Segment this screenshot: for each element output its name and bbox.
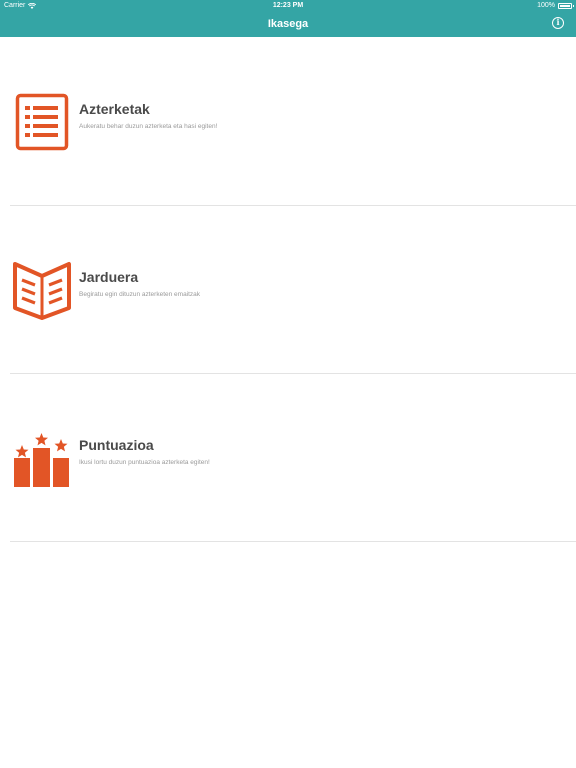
menu-item-azterketak[interactable]: Azterketak Aukeratu behar duzun azterket… (10, 37, 576, 206)
battery-percent: 100% (537, 2, 555, 9)
battery-indicator: 100% (537, 0, 574, 12)
menu-item-title: Jarduera (79, 269, 139, 285)
menu-item-puntuazioa[interactable]: Puntuazioa Ikusi lortu duzun puntuazioa … (10, 373, 576, 542)
menu-item-jarduera[interactable]: Jarduera Begiratu egin dituzun azterkete… (10, 205, 576, 374)
podium-stars-icon (14, 433, 69, 487)
menu-item-title: Puntuazioa (79, 437, 154, 453)
page-title: Ikasega (267, 18, 309, 30)
battery-icon (558, 3, 574, 9)
open-book-icon (13, 262, 71, 320)
menu-item-title: Azterketak (79, 101, 150, 117)
info-icon[interactable]: i (552, 17, 564, 29)
menu-item-subtitle: Begiratu egin dituzun azterketen emaitza… (79, 291, 201, 298)
menu-item-subtitle: Ikusi lortu duzun puntuazioa azterketa e… (79, 459, 210, 466)
status-time: 12:23 PM (272, 2, 304, 9)
menu-item-subtitle: Aukeratu behar duzun azterketa eta hasi … (79, 123, 218, 130)
status-bar: Carrier 12:23 PM 100% (0, 0, 576, 12)
list-icon (15, 93, 69, 151)
navigation-bar: Carrier 12:23 PM 100% Ikasega i (0, 0, 576, 37)
